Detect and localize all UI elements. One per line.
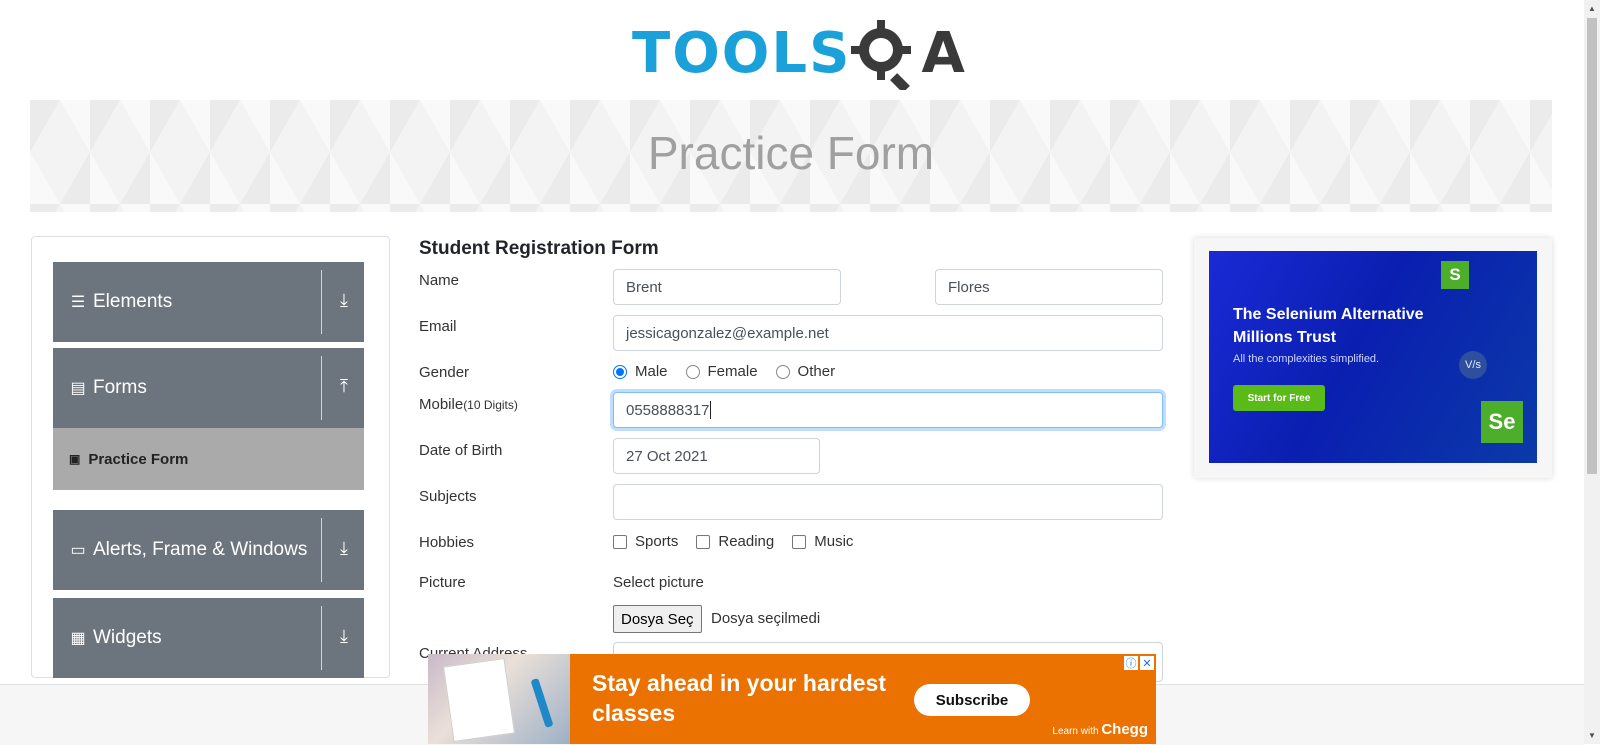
sidebar-group-label: Widgets [93,627,162,648]
hobbies-checkbox-group: Sports Reading Music [613,533,871,550]
versus-badge: V/s [1459,351,1487,379]
subscribe-button[interactable]: Subscribe [914,684,1030,716]
radio-unchecked-icon [685,364,700,379]
radio-label: Female [707,363,758,380]
dob-label: Date of Birth [419,442,503,459]
form-heading: Student Registration Form [419,238,659,259]
ad-close-icon[interactable]: ✕ [1140,656,1154,670]
logo-text-a: A [921,20,965,86]
email-label: Email [419,318,457,335]
scrollbar-thumb[interactable] [1587,18,1597,474]
date-of-birth-input[interactable]: 27 Oct 2021 [613,438,820,474]
sidebar-group-label: Elements [93,291,173,312]
hobby-sports-checkbox[interactable]: Sports [613,533,678,550]
window-icon: ▭ [70,542,86,559]
ad-photo [428,654,570,744]
ad-controls: ⓘ ✕ [1124,656,1154,670]
radio-checked-icon [613,364,627,379]
download-icon[interactable]: ⤓ [334,538,354,560]
gender-label: Gender [419,364,470,381]
sidebar-group-alerts[interactable]: ▭ Alerts, Frame & Windows ⤓ [53,510,364,590]
page-scrollbar[interactable]: ▲ ▼ [1584,0,1600,744]
hobbies-label: Hobbies [419,534,475,551]
last-name-input[interactable]: Flores [935,269,1163,305]
first-name-input[interactable]: Brent [613,269,841,305]
ad-headline: The Selenium Alternative Millions Trust [1233,306,1424,346]
download-icon[interactable]: ⤓ [334,626,354,648]
chegg-brand: Learn with Chegg [1052,721,1148,738]
ad-tagline: All the complexities simplified. [1233,353,1380,365]
sidebar-group-label: Alerts, Frame & Windows [93,539,308,560]
sidebar-item-practice-form[interactable]: ▣ Practice Form [53,428,364,490]
html5-icon: ▣ [69,452,81,466]
checkbox-icon [792,534,807,549]
mobile-hint: (10 Digits) [463,398,518,412]
radio-label: Male [635,363,668,380]
mobile-value: 0558888317 [626,401,710,419]
sidebar-group-widgets[interactable]: ▦ Widgets ⤓ [53,598,364,678]
subjects-input[interactable] [613,484,1163,520]
chegg-ad-headline: Stay ahead in your hardest classes [592,670,886,726]
selenium-ad[interactable]: S The Selenium Alternative Millions Trus… [1194,238,1552,478]
name-label: Name [419,272,460,289]
logo-gear-icon: A [851,16,965,90]
text-caret [710,401,712,419]
choose-file-button[interactable]: Dosya Seç [613,605,702,633]
hobby-reading-checkbox[interactable]: Reading [696,533,774,550]
gender-radio-group: Male Female Other [613,363,853,380]
page-banner: Practice Form [30,100,1552,212]
gender-other-radio[interactable]: Other [775,363,836,380]
hobby-music-checkbox[interactable]: Music [792,533,853,550]
chegg-ad[interactable]: Stay ahead in your hardest classes Subsc… [428,654,1156,744]
checkbox-icon [613,534,627,549]
sidebar-group-elements[interactable]: ☰ Elements ⤓ [53,262,364,342]
subjects-label: Subjects [419,488,477,505]
file-status-text: Dosya seçilmedi [711,610,821,627]
toolsqa-logo[interactable]: TOOLS A [632,14,965,92]
sidebar: ☰ Elements ⤓ ▤ Forms ⤒ ▣ Practice Form ▭… [31,236,390,678]
sidebar-group-label: Forms [93,377,147,398]
checkbox-label: Reading [718,533,775,550]
gender-male-radio[interactable]: Male [613,363,668,380]
gender-female-radio[interactable]: Female [685,363,758,380]
logo-text-tools: TOOLS [632,20,852,86]
radio-unchecked-icon [775,364,790,379]
sidebar-item-label: Practice Form [88,450,189,468]
picture-label: Picture [419,574,466,591]
selenium-se-logo: Se [1481,401,1523,443]
select-picture-label: Select picture [613,574,704,591]
checkbox-icon [696,534,711,549]
upload-icon[interactable]: ⤒ [334,376,354,398]
scroll-up-icon[interactable]: ▲ [1587,4,1597,13]
widgets-icon: ▦ [70,630,86,647]
radio-label: Other [797,363,836,380]
mobile-input[interactable]: 0558888317 [613,392,1163,428]
hamburger-icon: ☰ [70,294,86,311]
selenium-s-badge: S [1441,261,1469,289]
start-for-free-button[interactable]: Start for Free [1233,385,1325,411]
scroll-down-icon[interactable]: ▼ [1587,731,1597,740]
email-input[interactable]: jessicagonzalez@example.net [613,315,1163,351]
ad-info-icon[interactable]: ⓘ [1124,656,1138,670]
page-title: Practice Form [647,127,935,179]
checkbox-label: Music [814,533,854,550]
download-icon[interactable]: ⤓ [334,290,354,312]
checkbox-label: Sports [635,533,679,550]
sidebar-group-forms[interactable]: ▤ Forms ⤒ [53,348,364,428]
mobile-label: Mobile(10 Digits) [419,396,518,413]
document-icon: ▤ [70,380,86,397]
